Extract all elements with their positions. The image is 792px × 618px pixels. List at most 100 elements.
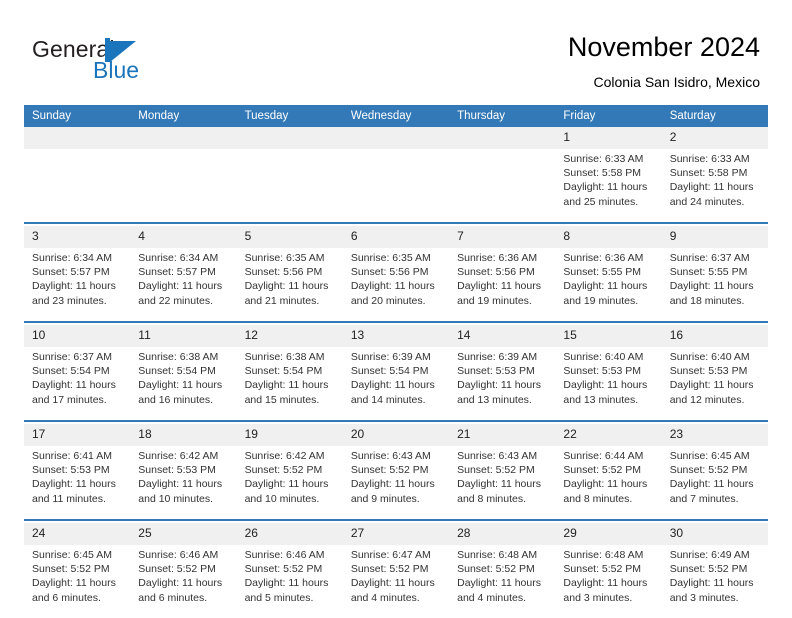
- day-sunset-text: Sunset: 5:57 PM: [32, 266, 110, 279]
- day-number[interactable]: 7: [449, 226, 556, 248]
- day-cell[interactable]: Sunrise: 6:43 AM Sunset: 5:52 PM Daylight:…: [342, 446, 450, 520]
- day-daylight-1-text: Daylight: 11 hours: [669, 181, 754, 194]
- brand-logo[interactable]: General Blue: [32, 36, 272, 92]
- day-number[interactable]: 29: [555, 523, 662, 545]
- day-daylight-2-text: and 3 minutes.: [563, 591, 633, 604]
- day-number[interactable]: 24: [24, 523, 131, 545]
- day-sunrise-text: Sunrise: 6:43 AM: [350, 450, 431, 462]
- day-number-empty: [236, 127, 343, 149]
- day-number[interactable]: 6: [342, 226, 450, 248]
- day-cell[interactable]: Sunrise: 6:33 AM Sunset: 5:58 PM Daylight:…: [661, 149, 768, 223]
- day-cell[interactable]: Sunrise: 6:46 AM Sunset: 5:52 PM Daylight:…: [236, 545, 343, 618]
- day-detail-row: Sunrise: 6:41 AM Sunset: 5:53 PM Daylight:…: [24, 446, 768, 520]
- day-cell[interactable]: Sunrise: 6:45 AM Sunset: 5:52 PM Daylight:…: [661, 446, 768, 520]
- day-daylight-2-text: and 19 minutes.: [563, 294, 639, 307]
- day-sunset-text: Sunset: 5:52 PM: [244, 464, 323, 477]
- day-cell[interactable]: Sunrise: 6:37 AM Sunset: 5:55 PM Daylight:…: [661, 248, 768, 322]
- day-cell[interactable]: Sunrise: 6:48 AM Sunset: 5:52 PM Daylight:…: [555, 545, 662, 618]
- day-cell[interactable]: Sunrise: 6:49 AM Sunset: 5:52 PM Daylight:…: [661, 545, 768, 618]
- day-number[interactable]: 22: [555, 424, 662, 446]
- day-number[interactable]: 27: [342, 523, 450, 545]
- day-number[interactable]: 30: [661, 523, 768, 545]
- day-sunset-text: Sunset: 5:56 PM: [244, 266, 323, 279]
- day-number[interactable]: 19: [236, 424, 343, 446]
- day-sunset-text: Sunset: 5:52 PM: [563, 464, 642, 477]
- day-number[interactable]: 21: [449, 424, 556, 446]
- day-number[interactable]: 20: [342, 424, 450, 446]
- day-cell[interactable]: Sunrise: 6:45 AM Sunset: 5:52 PM Daylight:…: [24, 545, 131, 618]
- day-cell[interactable]: Sunrise: 6:47 AM Sunset: 5:52 PM Daylight:…: [342, 545, 450, 618]
- day-cell[interactable]: Sunrise: 6:34 AM Sunset: 5:57 PM Daylight:…: [24, 248, 131, 322]
- day-daylight-2-text: and 6 minutes.: [138, 591, 208, 604]
- day-cell[interactable]: Sunrise: 6:41 AM Sunset: 5:53 PM Daylight:…: [24, 446, 131, 520]
- day-cell[interactable]: Sunrise: 6:39 AM Sunset: 5:54 PM Daylight:…: [342, 347, 450, 421]
- day-daylight-1-text: Daylight: 11 hours: [32, 280, 116, 293]
- day-daylight-1-text: Daylight: 11 hours: [457, 280, 541, 293]
- day-sunset-text: Sunset: 5:53 PM: [563, 365, 642, 378]
- day-cell[interactable]: Sunrise: 6:35 AM Sunset: 5:56 PM Daylight:…: [236, 248, 343, 322]
- day-cell[interactable]: Sunrise: 6:42 AM Sunset: 5:53 PM Daylight:…: [130, 446, 237, 520]
- day-sunset-text: Sunset: 5:53 PM: [669, 365, 748, 378]
- day-cell[interactable]: Sunrise: 6:40 AM Sunset: 5:53 PM Daylight:…: [555, 347, 662, 421]
- day-cell[interactable]: Sunrise: 6:34 AM Sunset: 5:57 PM Daylight:…: [130, 248, 237, 322]
- day-number-empty: [449, 127, 556, 149]
- day-daylight-1-text: Daylight: 11 hours: [563, 280, 648, 293]
- day-cell[interactable]: Sunrise: 6:33 AM Sunset: 5:58 PM Daylight:…: [555, 149, 662, 223]
- day-daylight-1-text: Daylight: 11 hours: [138, 577, 223, 590]
- day-number[interactable]: 3: [24, 226, 131, 248]
- day-cell[interactable]: Sunrise: 6:48 AM Sunset: 5:52 PM Daylight:…: [449, 545, 556, 618]
- day-sunset-text: Sunset: 5:52 PM: [457, 464, 535, 477]
- day-number[interactable]: 13: [342, 325, 450, 347]
- day-cell[interactable]: Sunrise: 6:36 AM Sunset: 5:55 PM Daylight:…: [555, 248, 662, 322]
- day-cell-empty: [130, 149, 237, 223]
- day-number[interactable]: 9: [661, 226, 768, 248]
- day-cell[interactable]: Sunrise: 6:35 AM Sunset: 5:56 PM Daylight:…: [342, 248, 450, 322]
- day-number[interactable]: 25: [130, 523, 237, 545]
- day-number-empty: [24, 127, 131, 149]
- day-number[interactable]: 17: [24, 424, 131, 446]
- day-daylight-1-text: Daylight: 11 hours: [563, 379, 648, 392]
- day-sunrise-text: Sunrise: 6:46 AM: [138, 549, 219, 561]
- day-cell[interactable]: Sunrise: 6:36 AM Sunset: 5:56 PM Daylight:…: [449, 248, 556, 322]
- day-cell[interactable]: Sunrise: 6:38 AM Sunset: 5:54 PM Daylight:…: [130, 347, 237, 421]
- day-daylight-1-text: Daylight: 11 hours: [138, 478, 223, 491]
- day-sunrise-text: Sunrise: 6:40 AM: [669, 351, 750, 363]
- day-sunrise-text: Sunrise: 6:37 AM: [669, 252, 750, 264]
- day-number[interactable]: 18: [130, 424, 237, 446]
- day-cell[interactable]: Sunrise: 6:46 AM Sunset: 5:52 PM Daylight:…: [130, 545, 237, 618]
- day-number[interactable]: 16: [661, 325, 768, 347]
- day-number[interactable]: 26: [236, 523, 343, 545]
- day-number[interactable]: 8: [555, 226, 662, 248]
- day-cell[interactable]: Sunrise: 6:37 AM Sunset: 5:54 PM Daylight:…: [24, 347, 131, 421]
- day-daylight-1-text: Daylight: 11 hours: [457, 577, 541, 590]
- day-cell[interactable]: Sunrise: 6:44 AM Sunset: 5:52 PM Daylight:…: [555, 446, 662, 520]
- day-number[interactable]: 12: [236, 325, 343, 347]
- day-number[interactable]: 2: [661, 127, 768, 149]
- day-number[interactable]: 4: [130, 226, 237, 248]
- day-daylight-2-text: and 11 minutes.: [32, 492, 106, 505]
- day-daylight-2-text: and 14 minutes.: [350, 393, 426, 406]
- day-daylight-2-text: and 17 minutes.: [32, 393, 107, 406]
- day-daylight-1-text: Daylight: 11 hours: [563, 577, 648, 590]
- day-cell[interactable]: Sunrise: 6:42 AM Sunset: 5:52 PM Daylight:…: [236, 446, 343, 520]
- day-sunset-text: Sunset: 5:54 PM: [138, 365, 216, 378]
- day-number[interactable]: 5: [236, 226, 343, 248]
- day-cell[interactable]: Sunrise: 6:39 AM Sunset: 5:53 PM Daylight:…: [449, 347, 556, 421]
- day-daylight-1-text: Daylight: 11 hours: [32, 379, 116, 392]
- day-number[interactable]: 28: [449, 523, 556, 545]
- day-cell[interactable]: Sunrise: 6:38 AM Sunset: 5:54 PM Daylight:…: [236, 347, 343, 421]
- day-number[interactable]: 1: [555, 127, 662, 149]
- day-daylight-1-text: Daylight: 11 hours: [669, 280, 754, 293]
- day-number[interactable]: 10: [24, 325, 131, 347]
- day-sunrise-text: Sunrise: 6:35 AM: [244, 252, 325, 264]
- day-detail-row: Sunrise: 6:34 AM Sunset: 5:57 PM Daylight:…: [24, 248, 768, 322]
- day-daylight-2-text: and 21 minutes.: [244, 294, 320, 307]
- day-number[interactable]: 11: [130, 325, 237, 347]
- day-cell[interactable]: Sunrise: 6:40 AM Sunset: 5:53 PM Daylight:…: [661, 347, 768, 421]
- day-number-row: 24 25 26 27 28 29 30: [24, 523, 768, 545]
- day-cell[interactable]: Sunrise: 6:43 AM Sunset: 5:52 PM Daylight:…: [449, 446, 556, 520]
- day-number[interactable]: 15: [555, 325, 662, 347]
- day-number[interactable]: 23: [661, 424, 768, 446]
- day-number[interactable]: 14: [449, 325, 556, 347]
- day-sunrise-text: Sunrise: 6:49 AM: [669, 549, 750, 561]
